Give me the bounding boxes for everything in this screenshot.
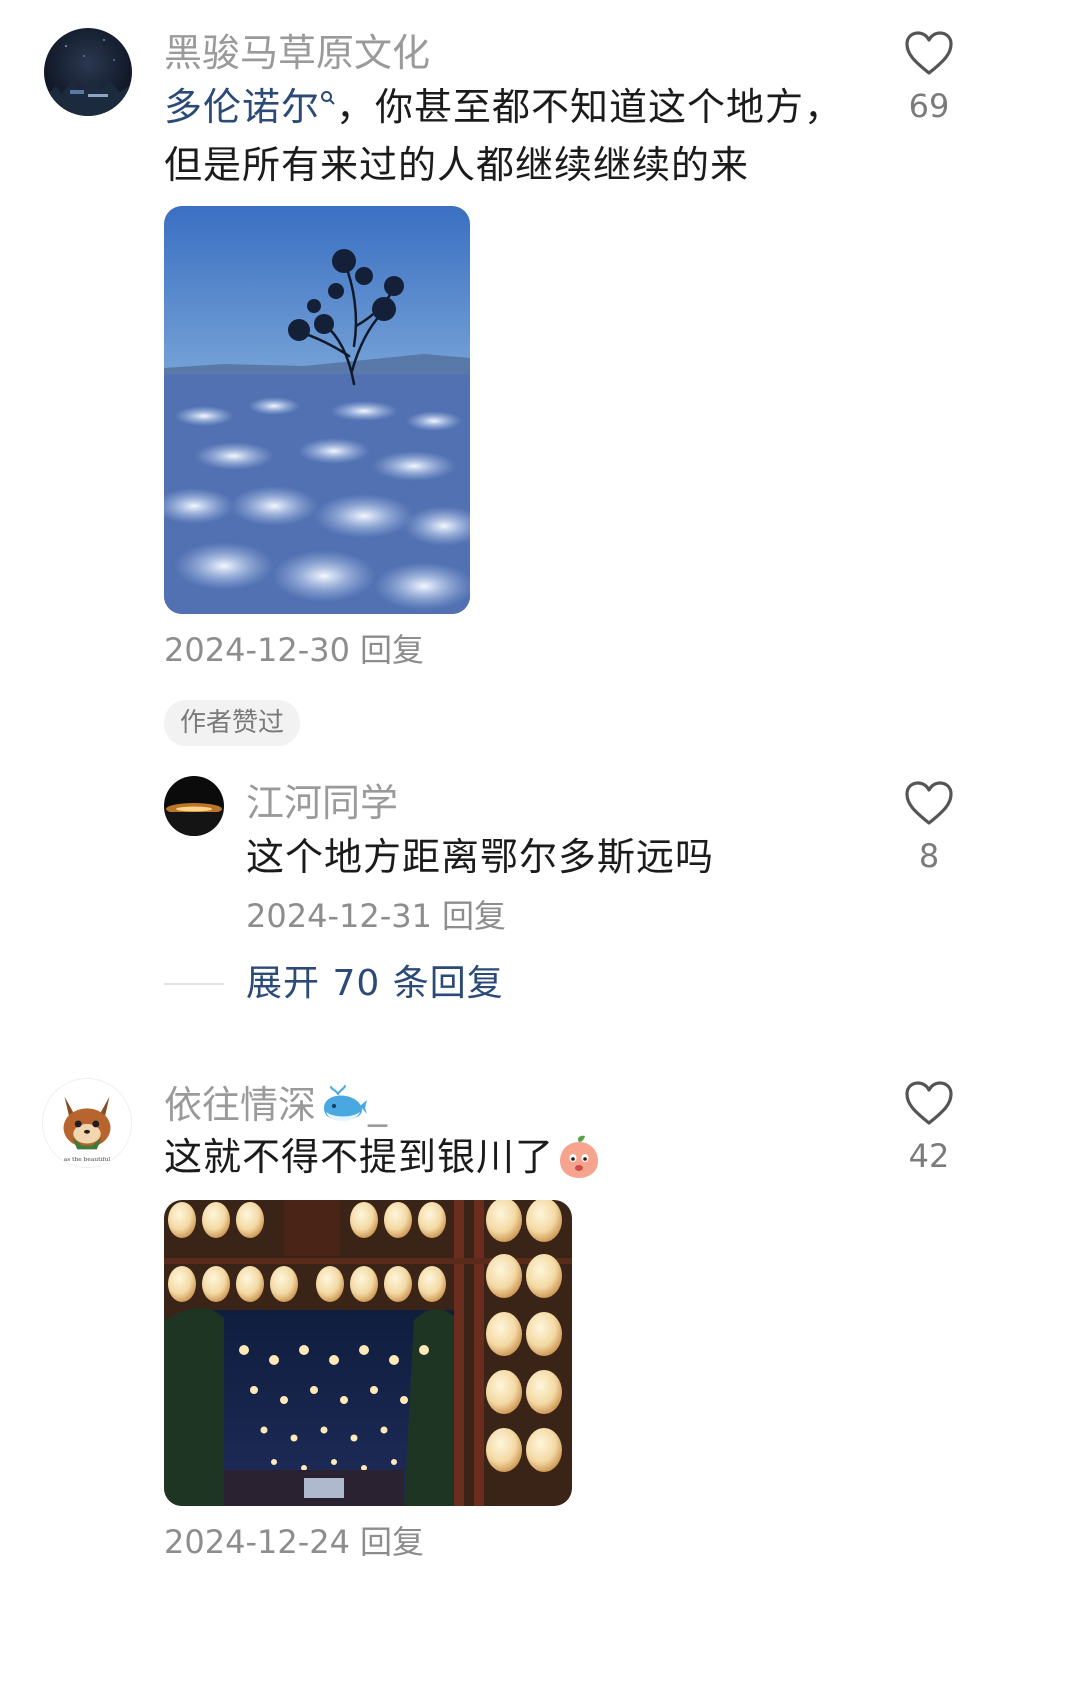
comment-text-body: 这就不得不提到银川了: [164, 1135, 555, 1179]
like-button[interactable]: 69: [884, 30, 974, 122]
author-liked-badge: 作者赞过: [164, 700, 301, 746]
place-link[interactable]: 多伦诺尔: [164, 85, 320, 129]
comment-text: 多伦诺尔 ，你甚至都不知道这个地方，但是所有来过的人都继续继续的来: [164, 78, 844, 194]
avatar[interactable]: [164, 776, 224, 836]
avatar[interactable]: [44, 28, 132, 116]
username[interactable]: 黑骏马草原文化: [164, 34, 430, 72]
svg-text:... as the beautiful ...: ... as the beautiful ...: [56, 1157, 117, 1163]
reply-button[interactable]: 回复: [442, 897, 506, 935]
like-count: 69: [908, 87, 950, 125]
like-count: 42: [908, 1137, 950, 1175]
reply-button[interactable]: 回复: [360, 1523, 424, 1561]
like-button[interactable]: 42: [884, 1080, 974, 1172]
comment-date: 2024-12-30: [164, 631, 350, 669]
like-count: 8: [918, 837, 940, 875]
heart-outline-icon[interactable]: [904, 1080, 954, 1126]
username[interactable]: 江河同学: [246, 784, 398, 822]
search-icon[interactable]: [320, 90, 336, 106]
comment-date: 2024-12-31: [246, 897, 432, 935]
comment-text: 这就不得不提到银川了: [164, 1128, 864, 1186]
like-button[interactable]: 8: [884, 780, 974, 872]
reply-button[interactable]: 回复: [360, 631, 424, 669]
comment-meta: 2024-12-24 回复: [164, 1526, 424, 1558]
username[interactable]: 依往情深 _: [164, 1084, 387, 1124]
username-suffix: _: [368, 1083, 388, 1127]
peach-emoji-icon: [560, 1135, 599, 1178]
comment-photo[interactable]: [164, 206, 470, 614]
username-text: 依往情深: [164, 1083, 317, 1127]
comment-meta: 2024-12-31 回复: [246, 900, 506, 932]
comment-meta: 2024-12-30 回复: [164, 634, 424, 666]
heart-outline-icon[interactable]: [904, 30, 954, 76]
avatar[interactable]: ... as the beautiful ...: [42, 1078, 132, 1168]
divider: [164, 983, 224, 985]
comment-date: 2024-12-24: [164, 1523, 350, 1561]
expand-replies-button[interactable]: 展开 70 条回复: [246, 966, 504, 1002]
comment-text: 这个地方距离鄂尔多斯远吗: [246, 835, 715, 879]
comment-photo[interactable]: [164, 1200, 572, 1506]
whale-emoji-icon: [324, 1085, 368, 1121]
heart-outline-icon[interactable]: [904, 780, 954, 826]
